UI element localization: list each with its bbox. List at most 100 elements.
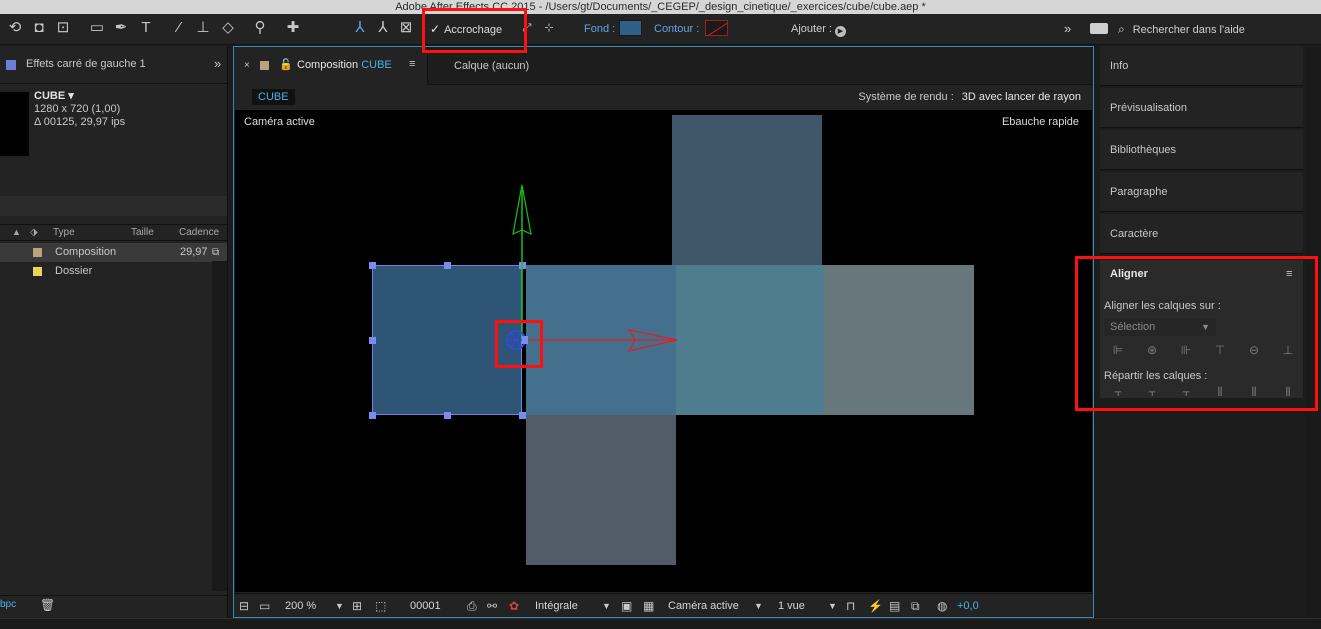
camera-tool-icon[interactable]: ◘ xyxy=(28,17,50,39)
comp-tab-prefix: Composition xyxy=(297,59,359,71)
bpc-button[interactable]: bpc xyxy=(0,596,16,614)
align-to-select[interactable]: Sélection ▼ xyxy=(1104,318,1216,336)
pan-behind-tool-icon[interactable]: ⊡ xyxy=(52,17,74,39)
align-buttons: ⊫ ⊕ ⊪ ⊤ ⊖ ⊥ xyxy=(1110,342,1300,358)
channels-icon[interactable]: ✿ xyxy=(509,597,519,615)
snapping-checkbox-icon[interactable]: ✓ xyxy=(430,22,440,36)
clone-stamp-tool-icon[interactable]: ⊥ xyxy=(192,17,214,39)
effects-controls-tab[interactable]: Effets carré de gauche 1 » xyxy=(0,46,227,84)
distribute-vcenter-icon[interactable]: ⫟ xyxy=(1144,384,1160,396)
puppet-pin-tool-icon[interactable]: ✚ xyxy=(282,17,304,39)
mask-visibility-icon[interactable]: ⬚ xyxy=(375,597,386,615)
eraser-tool-icon[interactable]: ◇ xyxy=(217,17,239,39)
brush-tool-icon[interactable]: ⁄ xyxy=(168,17,190,39)
always-preview-icon[interactable]: ⊟ xyxy=(239,597,249,615)
help-search[interactable]: ⌕ Rechercher dans l'aide xyxy=(1090,18,1321,40)
panel-menu-icon[interactable]: ≡ xyxy=(409,58,415,70)
current-timecode[interactable]: 00001 xyxy=(410,597,441,615)
add-shape-button[interactable]: Ajouter : ▶ xyxy=(791,18,846,40)
panel-libraries[interactable]: Bibliothèques xyxy=(1100,130,1303,170)
align-vcenter-icon[interactable]: ⊖ xyxy=(1246,342,1262,358)
camera-dropdown-icon[interactable]: ▼ xyxy=(754,597,763,615)
3d-axis-gizmo[interactable] xyxy=(235,110,1092,592)
tab-composition[interactable]: × 🔓 Composition CUBE ≡ xyxy=(234,47,426,85)
bottom-edge xyxy=(0,618,1321,629)
distribute-bottom-icon[interactable]: ⫟ xyxy=(1178,384,1194,396)
region-of-interest-icon[interactable]: ▣ xyxy=(621,597,632,615)
align-panel-title[interactable]: Aligner xyxy=(1110,268,1148,280)
rotate-tool-icon[interactable]: ⟲ xyxy=(4,17,26,39)
align-right-icon[interactable]: ⊪ xyxy=(1178,342,1194,358)
snap-expand-icon[interactable]: ⤢ xyxy=(516,17,538,39)
pen-tool-icon[interactable]: ✒ xyxy=(110,17,132,39)
trash-icon[interactable]: 🗑 xyxy=(40,596,55,614)
zoom-select[interactable]: 200 % xyxy=(285,597,316,615)
zoom-dropdown-icon[interactable]: ▼ xyxy=(335,597,344,615)
fast-previews-icon[interactable]: ⚡ xyxy=(868,597,883,615)
local-axis-mode-icon[interactable]: ⅄ xyxy=(349,17,371,39)
right-panel-scrollbar[interactable] xyxy=(1305,46,1321,618)
stroke-label[interactable]: Contour : xyxy=(654,18,699,40)
fill-label[interactable]: Fond : xyxy=(584,18,615,40)
window-title: Adobe After Effects CC 2015 - /Users/gt/… xyxy=(0,0,1321,14)
flowchart-view-icon[interactable]: ⧉ xyxy=(911,597,920,615)
comp-breadcrumb[interactable]: CUBE xyxy=(252,89,295,105)
text-tool-icon[interactable]: T xyxy=(135,17,157,39)
panel-character[interactable]: Caractère xyxy=(1100,214,1303,254)
distribute-hcenter-icon[interactable]: ⫴ xyxy=(1246,384,1262,396)
workspace-chevron-icon[interactable]: » xyxy=(1064,18,1071,40)
lock-icon[interactable]: 🔓 xyxy=(279,58,293,71)
views-dropdown-icon[interactable]: ▼ xyxy=(828,597,837,615)
timeline-icon[interactable]: ▤ xyxy=(889,597,900,615)
stroke-color-swatch[interactable] xyxy=(705,20,728,36)
snap-grid-icon[interactable]: ⊹ xyxy=(538,17,560,39)
panel-preview[interactable]: Prévisualisation xyxy=(1100,88,1303,128)
label-tag-icon[interactable]: ⬗ xyxy=(30,225,38,240)
project-search-input[interactable] xyxy=(0,196,227,216)
show-snapshot-icon[interactable]: ⚯ xyxy=(487,597,497,615)
fill-color-swatch[interactable] xyxy=(619,20,642,36)
renderer-label: Système de rendu : xyxy=(858,91,954,103)
transparency-grid-icon[interactable]: ▦ xyxy=(643,597,654,615)
column-size[interactable]: Taille xyxy=(131,225,154,240)
exposure-value[interactable]: +0,0 xyxy=(957,597,979,615)
pixel-aspect-icon[interactable]: ⊓ xyxy=(846,597,855,615)
comp-viewport[interactable]: Caméra active Ebauche rapide xyxy=(235,110,1092,592)
snapshot-icon[interactable]: ⎙ xyxy=(467,597,477,615)
flowchart-icon[interactable]: ⧉ xyxy=(212,243,219,262)
panel-paragraph[interactable]: Paragraphe xyxy=(1100,172,1303,212)
distribute-left-icon[interactable]: ⫴ xyxy=(1212,384,1228,396)
distribute-right-icon[interactable]: ⫴ xyxy=(1280,384,1296,396)
keyboard-icon[interactable] xyxy=(1090,23,1108,34)
table-row[interactable]: Composition 29,97 ⧉ xyxy=(0,243,227,262)
renderer-info[interactable]: Système de rendu : 3D avec lancer de rayo… xyxy=(858,89,1081,105)
panel-chevron-icon[interactable]: » xyxy=(214,56,221,71)
camera-view-select[interactable]: Caméra active xyxy=(668,597,739,615)
sort-up-icon[interactable]: ▲ xyxy=(12,225,21,240)
reset-exposure-icon[interactable]: ◍ xyxy=(937,597,947,615)
resolution-dropdown-icon[interactable]: ▼ xyxy=(602,597,611,615)
view-axis-mode-icon[interactable]: ⊠ xyxy=(395,17,417,39)
monitor-icon[interactable]: ▭ xyxy=(259,597,270,615)
panel-info[interactable]: Info xyxy=(1100,46,1303,86)
distribute-top-icon[interactable]: ⫟ xyxy=(1110,384,1126,396)
snapping-toggle[interactable]: ✓ Accrochage xyxy=(430,18,502,40)
align-hcenter-icon[interactable]: ⊕ xyxy=(1144,342,1160,358)
world-axis-mode-icon[interactable]: ⅄ xyxy=(372,17,394,39)
panel-menu-icon[interactable]: ≡ xyxy=(1286,268,1292,280)
tab-layer[interactable]: Calque (aucun) xyxy=(427,47,582,85)
column-rate[interactable]: Cadence xyxy=(179,225,219,240)
close-icon[interactable]: × xyxy=(244,60,250,71)
view-layout-select[interactable]: 1 vue xyxy=(778,597,805,615)
table-row[interactable]: Dossier xyxy=(0,262,227,281)
align-left-icon[interactable]: ⊫ xyxy=(1110,342,1126,358)
align-bottom-icon[interactable]: ⊥ xyxy=(1280,342,1296,358)
safe-margins-icon[interactable]: ⊞ xyxy=(352,597,362,615)
roto-brush-tool-icon[interactable]: ⚲ xyxy=(249,17,271,39)
align-top-icon[interactable]: ⊤ xyxy=(1212,342,1228,358)
resolution-select[interactable]: Intégrale xyxy=(535,597,578,615)
project-scrollbar[interactable] xyxy=(212,261,227,591)
comp-info-name[interactable]: CUBE ▾ xyxy=(34,90,125,103)
rectangle-tool-icon[interactable]: ▭ xyxy=(86,17,108,39)
column-type[interactable]: Type xyxy=(53,225,75,240)
